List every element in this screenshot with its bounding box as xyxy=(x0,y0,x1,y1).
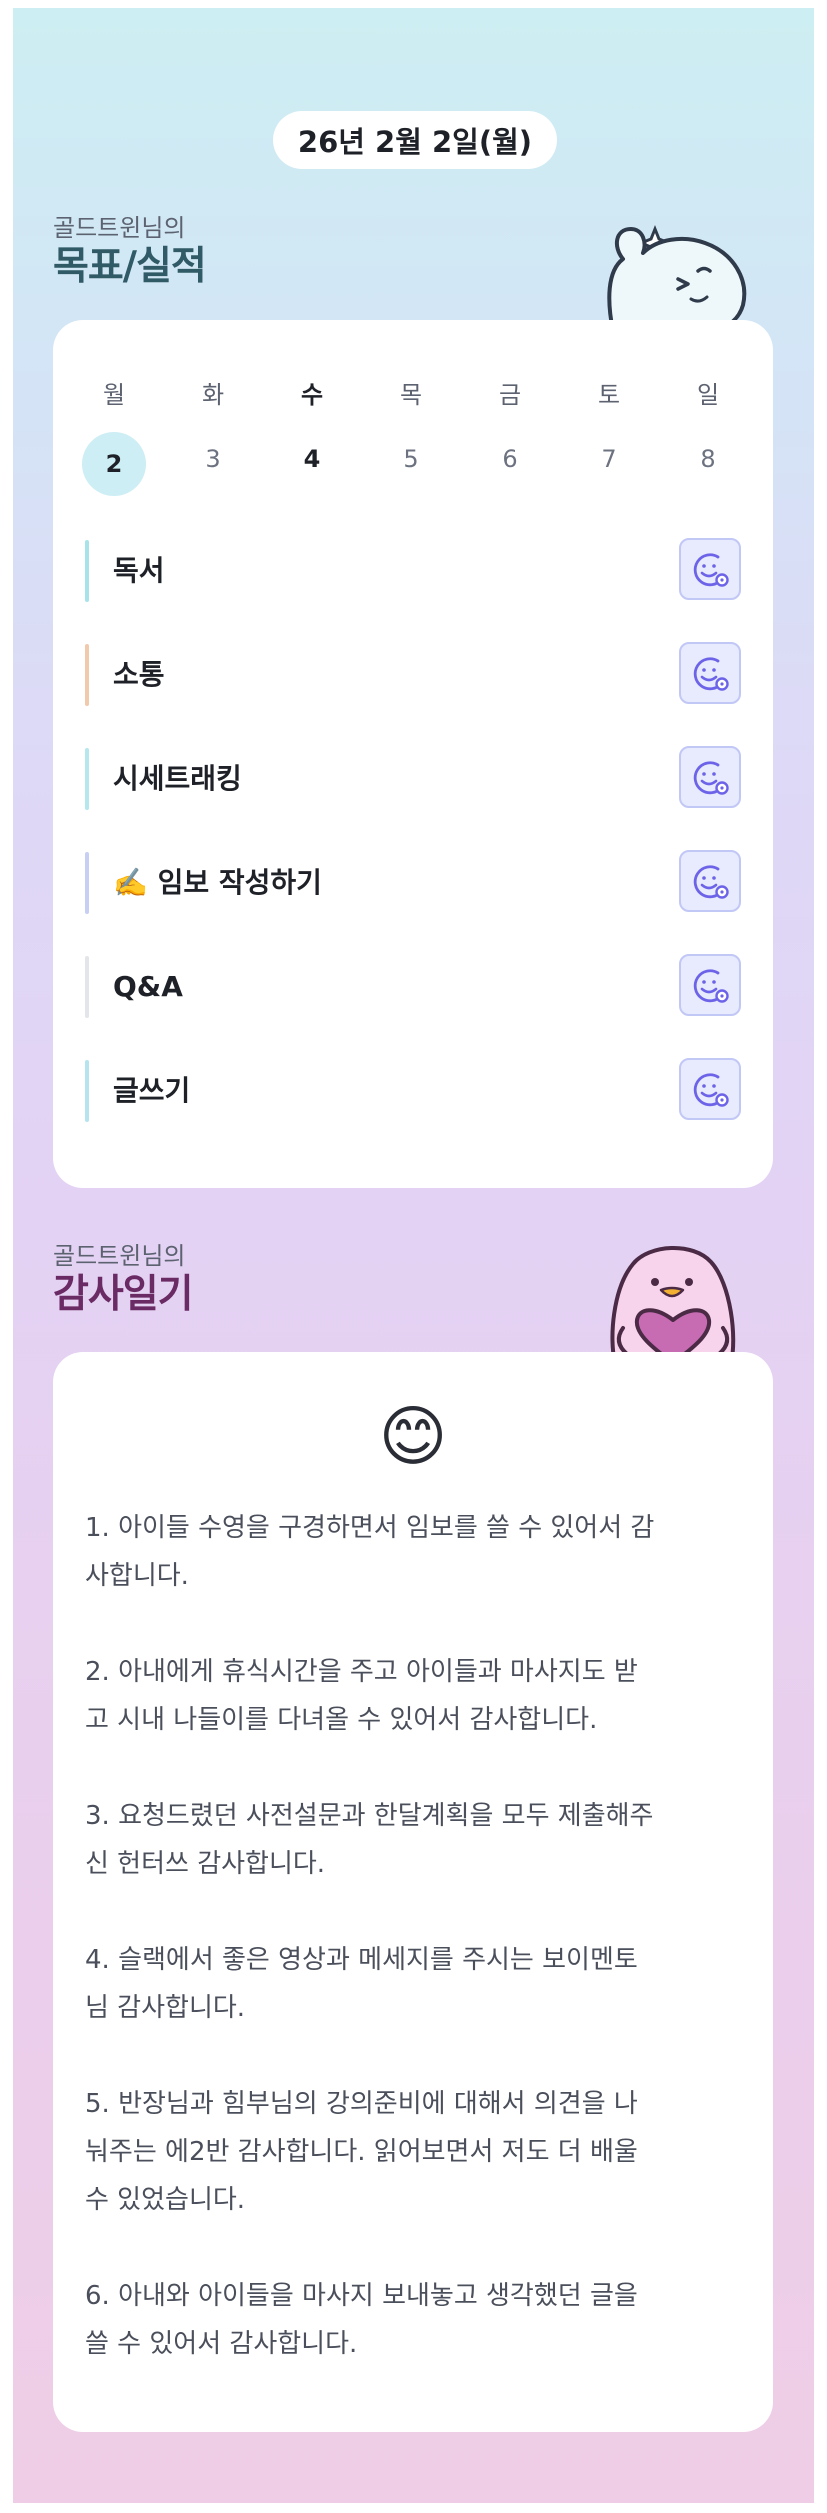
add-reaction-button[interactable] xyxy=(679,1058,741,1120)
day-3[interactable]: 3 xyxy=(183,445,243,473)
goal-row-reading[interactable]: 독서 xyxy=(85,538,741,604)
date-text: 26년 2월 2일(월) xyxy=(297,125,533,159)
goal-label: 글쓰기 xyxy=(113,1074,191,1107)
day-6[interactable]: 6 xyxy=(480,445,540,473)
smiling-face-emoji: 😊 xyxy=(378,1398,448,1475)
goal-color-bar xyxy=(85,540,89,602)
goal-row-qna[interactable]: Q&A xyxy=(85,954,741,1020)
goal-label: 소통 xyxy=(113,658,165,691)
goal-label: Q&A xyxy=(113,970,183,1003)
day-name-sun: 일 xyxy=(696,381,720,409)
writing-hand-icon: ✍️ xyxy=(113,866,148,899)
goal-label: 독서 xyxy=(113,554,165,587)
goal-color-bar xyxy=(85,852,89,914)
goal-label: ✍️ 임보 작성하기 xyxy=(113,850,322,916)
day-5[interactable]: 5 xyxy=(381,445,441,473)
goal-row-price-tracking[interactable]: 시세트래킹 xyxy=(85,746,741,812)
entry-line: 6. 아내와 아이들을 마사지 보내놓고 생각했던 글을 xyxy=(85,2281,638,2311)
add-reaction-button[interactable] xyxy=(679,746,741,808)
goal-label-text: 임보 작성하기 xyxy=(157,866,322,899)
day-name-tue: 화 xyxy=(201,381,225,409)
goal-row-report-writing[interactable]: ✍️ 임보 작성하기 xyxy=(85,850,741,916)
entry-line: 1. 아이들 수영을 구경하면서 임보를 쓸 수 있어서 감 xyxy=(85,1513,655,1543)
gratitude-entry-6: 6. 아내와 아이들을 마사지 보내놓고 생각했던 글을 쓸 수 있어서 감사합… xyxy=(85,2272,745,2368)
goal-row-writing[interactable]: 글쓰기 xyxy=(85,1058,741,1124)
goals-card: 월 화 수 목 금 토 일 2 3 4 5 6 7 8 독서 소통 시세트래킹 … xyxy=(53,320,773,1188)
smile-plus-icon xyxy=(693,865,729,899)
day-4[interactable]: 4 xyxy=(282,445,342,473)
goal-color-bar xyxy=(85,1060,89,1122)
heart-mascot-icon xyxy=(610,1246,736,1363)
entry-line: 님 감사합니다. xyxy=(85,1993,246,2023)
gratitude-entry-1: 1. 아이들 수영을 구경하면서 임보를 쓸 수 있어서 감 사합니다. xyxy=(85,1504,745,1600)
day-7[interactable]: 7 xyxy=(579,445,639,473)
entry-line: 눠주는 에2반 감사합니다. 읽어보면서 저도 더 배울 xyxy=(85,2137,638,2167)
smile-plus-icon xyxy=(693,761,729,795)
gratitude-entry-3: 3. 요청드렸던 사전설문과 한달계획을 모두 제출해주 신 헌터쓰 감사합니다… xyxy=(85,1792,745,1888)
gratitude-entry-2: 2. 아내에게 휴식시간을 주고 아이들과 마사지도 받 고 시내 나들이를 다… xyxy=(85,1648,745,1744)
entry-line: 사합니다. xyxy=(85,1561,189,1591)
day-name-sat: 토 xyxy=(597,381,621,409)
gratitude-section-title: 감사일기 xyxy=(53,1272,194,1317)
add-reaction-button[interactable] xyxy=(679,954,741,1016)
smile-plus-icon xyxy=(693,969,729,1003)
goal-color-bar xyxy=(85,644,89,706)
smile-plus-icon xyxy=(693,1073,729,1107)
date-pill[interactable]: 26년 2월 2일(월) xyxy=(273,111,557,169)
add-reaction-button[interactable] xyxy=(679,850,741,912)
waving-mascot-icon xyxy=(607,224,747,331)
gratitude-entry-4: 4. 슬랙에서 좋은 영상과 메세지를 주시는 보이멘토 님 감사합니다. xyxy=(85,1936,745,2032)
day-name-mon: 월 xyxy=(102,381,126,409)
add-reaction-button[interactable] xyxy=(679,642,741,704)
entry-line: 고 시내 나들이를 다녀올 수 있어서 감사합니다. xyxy=(85,1705,598,1735)
entry-line: 신 헌터쓰 감사합니다. xyxy=(85,1849,326,1879)
day-name-thu: 목 xyxy=(399,381,423,409)
goal-color-bar xyxy=(85,748,89,810)
gratitude-journal-screen: 26년 2월 2일(월) 골드트윈님의 목표/실적 월 화 수 목 금 토 일 … xyxy=(13,8,814,2503)
day-8[interactable]: 8 xyxy=(678,445,738,473)
goal-label: 시세트래킹 xyxy=(113,762,242,795)
gratitude-card: 😊 1. 아이들 수영을 구경하면서 임보를 쓸 수 있어서 감 사합니다. 2… xyxy=(53,1352,773,2432)
goal-color-bar xyxy=(85,956,89,1018)
add-reaction-button[interactable] xyxy=(679,538,741,600)
gratitude-entry-5: 5. 반장님과 힘부님의 강의준비에 대해서 의견을 나 눠주는 에2반 감사합… xyxy=(85,2080,745,2224)
day-name-fri: 금 xyxy=(498,381,522,409)
goals-section-title: 목표/실적 xyxy=(53,244,207,289)
entry-line: 2. 아내에게 휴식시간을 주고 아이들과 마사지도 받 xyxy=(85,1657,638,1687)
goal-row-communication[interactable]: 소통 xyxy=(85,642,741,708)
entry-line: 쓸 수 있어서 감사합니다. xyxy=(85,2329,358,2359)
smile-plus-icon xyxy=(693,553,729,587)
day-name-wed: 수 xyxy=(300,381,324,409)
day-2-selected[interactable]: 2 xyxy=(82,432,146,496)
entry-line: 3. 요청드렸던 사전설문과 한달계획을 모두 제출해주 xyxy=(85,1801,654,1831)
entry-line: 4. 슬랙에서 좋은 영상과 메세지를 주시는 보이멘토 xyxy=(85,1945,638,1975)
entry-line: 수 있었습니다. xyxy=(85,2185,246,2215)
smile-plus-icon xyxy=(693,657,729,691)
entry-line: 5. 반장님과 힘부님의 강의준비에 대해서 의견을 나 xyxy=(85,2089,638,2119)
